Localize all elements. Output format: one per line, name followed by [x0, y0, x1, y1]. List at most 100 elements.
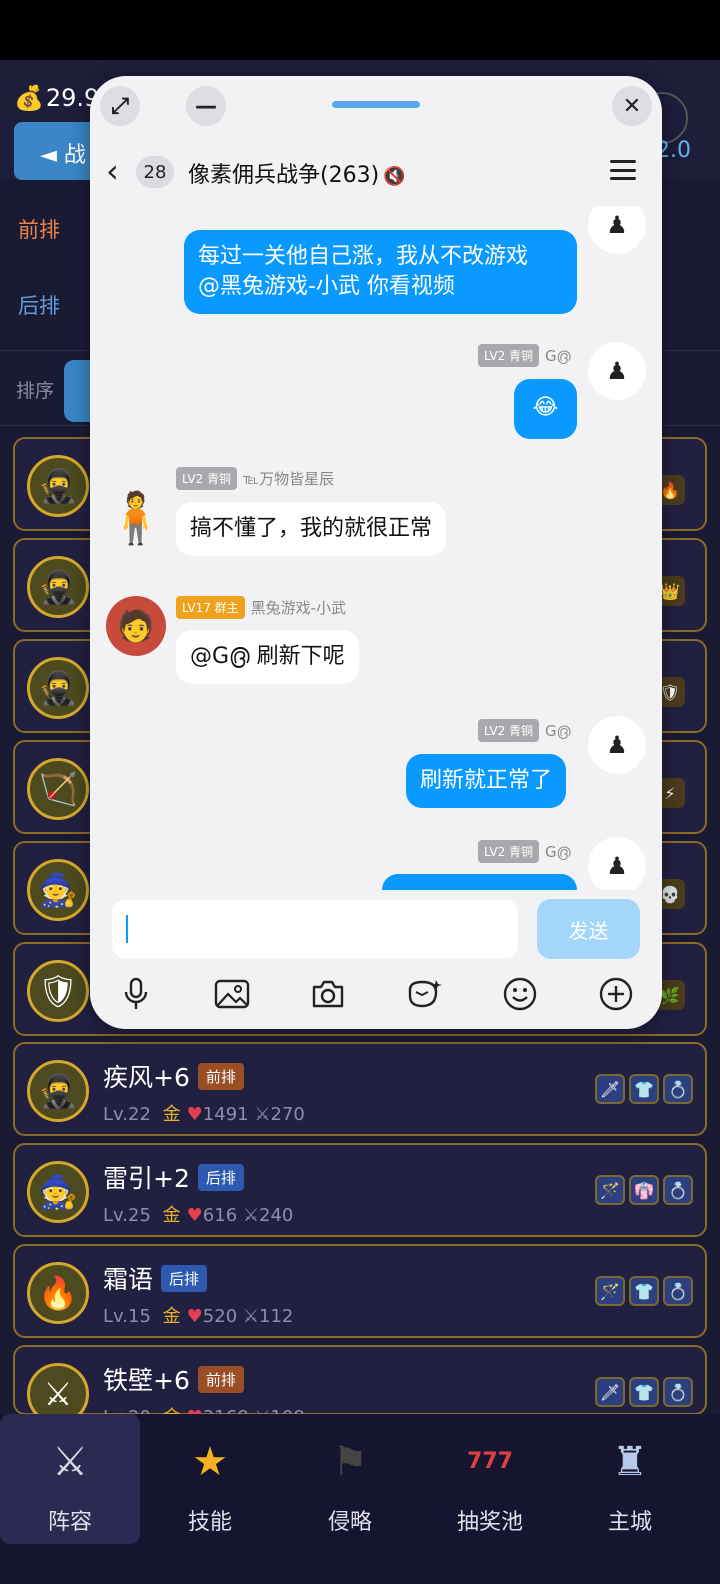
- star-icon: ★: [192, 1439, 228, 1485]
- back-row-label: 后排: [18, 294, 60, 318]
- user-avatar[interactable]: 🧍: [106, 468, 166, 568]
- hero-stats: Lv.25 金 ♥616 ⚔240: [103, 1205, 294, 1226]
- armor-icon[interactable]: 👕: [629, 1377, 659, 1407]
- equipment-slots: 🪄 👕 💍: [595, 1276, 693, 1306]
- equipment-slots: 🗡 👕 💍: [595, 1074, 693, 1104]
- message-input[interactable]: [112, 900, 518, 958]
- hero-avatar: 🔥: [27, 1262, 89, 1324]
- armor-icon[interactable]: 👕: [629, 1074, 659, 1104]
- heart-icon: ♥: [186, 1104, 203, 1125]
- nav-lottery[interactable]: 777 抽奖池: [420, 1414, 560, 1544]
- position-badge: 前排: [197, 1063, 244, 1090]
- ring-icon[interactable]: 💍: [663, 1074, 693, 1104]
- robe-icon[interactable]: 👘: [629, 1175, 659, 1205]
- sticker-icon[interactable]: [402, 972, 446, 1016]
- hero-avatar: 🛡: [27, 960, 89, 1022]
- hero-avatar: 🥷: [27, 455, 89, 517]
- user-avatar[interactable]: ♟: [588, 716, 646, 774]
- sword-icon: ⚔: [242, 1306, 260, 1327]
- minimize-icon[interactable]: —: [186, 86, 226, 126]
- hero-avatar: 🥷: [27, 556, 89, 618]
- user-avatar[interactable]: 🧑: [106, 596, 166, 656]
- armor-icon[interactable]: 👕: [629, 1276, 659, 1306]
- group-title: 像素佣兵战争(263) 🔇: [188, 163, 406, 188]
- level-badge: LV2 青铜: [478, 719, 540, 742]
- user-avatar[interactable]: ♟: [588, 342, 646, 400]
- hero-stats: Lv.22 金 ♥1491 ⚔270: [103, 1104, 305, 1125]
- hero-name: 铁壁+6 前排: [103, 1361, 244, 1397]
- crossed-swords-icon: ⚔: [52, 1439, 88, 1485]
- message-bubble[interactable]: 搞不懂了，我的就很正常: [176, 502, 447, 556]
- hero-name: 霜语 后排: [103, 1260, 208, 1296]
- coin-balance: 💰 29.9: [14, 84, 99, 112]
- ring-icon[interactable]: 💍: [663, 1377, 693, 1407]
- tool-row: [90, 972, 662, 1016]
- wand-icon[interactable]: 🪄: [595, 1276, 625, 1306]
- input-area: 发送: [90, 890, 662, 1029]
- bottom-nav: ⚔ 阵容 ★ 技能 ⚑ 侵略 777 抽奖池 ♜ 主城: [0, 1414, 720, 1584]
- flag-icon: ⚑: [332, 1439, 368, 1485]
- ring-icon[interactable]: 💍: [663, 1276, 693, 1306]
- ring-icon[interactable]: 💍: [663, 1175, 693, 1205]
- user-avatar[interactable]: ♟: [588, 206, 646, 254]
- position-badge: 前排: [197, 1366, 244, 1393]
- hero-card-tiebi[interactable]: ⚔ 铁壁+6前排 Lv.20 金♥3168 ⚔108 🗡👕💍: [13, 1345, 707, 1428]
- message-meta: LV2 青铜 G൫: [478, 840, 571, 863]
- dagger-icon[interactable]: 🗡: [595, 1074, 625, 1104]
- hero-avatar: 🧙: [27, 859, 89, 921]
- money-bag-icon: 💰: [14, 84, 44, 112]
- level-badge: LV2 青铜: [478, 344, 540, 367]
- message-bubble[interactable]: 刷新就正常了: [406, 754, 567, 808]
- sword-icon: ⚔: [254, 1104, 271, 1125]
- emoji-icon[interactable]: [498, 972, 542, 1016]
- send-button[interactable]: 发送: [537, 899, 640, 959]
- hero-card-jifeng[interactable]: 🥷 疾风+6 前排 Lv.22 金 ♥1491 ⚔270 🗡 👕 💍: [13, 1042, 707, 1136]
- nav-invade[interactable]: ⚑ 侵略: [280, 1414, 420, 1544]
- position-badge: 后排: [161, 1265, 208, 1292]
- chat-window: ⤢ — ✕ ‹ 28 像素佣兵战争(263) 🔇 ♟ 每过一关他自己涨，我从不改游…: [90, 76, 662, 1029]
- hero-name: 雷引+2 后排: [103, 1159, 244, 1195]
- hero-stats: Lv.15 金 ♥520 ⚔112: [103, 1306, 294, 1327]
- level-badge: LV2 青铜: [176, 467, 238, 490]
- text-caret: [126, 915, 128, 943]
- hero-avatar: 🥷: [27, 1060, 89, 1122]
- message-list: ♟ 每过一关他自己涨，我从不改游戏 @黑兔游戏-小武 你看视频 LV2 青铜 G൫…: [90, 206, 662, 896]
- message-bubble[interactable]: 每过一关他自己涨，我从不改游戏 @黑兔游戏-小武 你看视频: [184, 230, 577, 314]
- status-bar: [0, 0, 720, 60]
- nav-skills[interactable]: ★ 技能: [140, 1414, 280, 1544]
- drag-handle[interactable]: [332, 101, 420, 108]
- hero-card-leiyin[interactable]: 🧙 雷引+2 后排 Lv.25 金 ♥616 ⚔240 🪄 👘 💍: [13, 1143, 707, 1237]
- message-bubble[interactable]: @G൫ 刷新下呢: [176, 630, 359, 684]
- heart-icon: ♥: [186, 1205, 203, 1226]
- chat-header: ‹ 28 像素佣兵战争(263) 🔇: [90, 146, 662, 206]
- nav-lineup[interactable]: ⚔ 阵容: [0, 1414, 140, 1544]
- wand-icon[interactable]: 🪄: [595, 1175, 625, 1205]
- castle-icon: ♜: [612, 1439, 648, 1485]
- message-bubble[interactable]: 😂: [514, 379, 577, 439]
- plus-icon[interactable]: [594, 972, 638, 1016]
- sort-label: 排序: [16, 380, 55, 402]
- equipment-slots: 🪄 👘 💍: [595, 1175, 693, 1205]
- image-icon[interactable]: [210, 972, 254, 1016]
- message-meta: LV17 群主 黑兔游戏-小武: [176, 596, 346, 619]
- equipment-slots: 🗡 👕 💍: [595, 1377, 693, 1407]
- slot-machine-icon: 777: [467, 1449, 513, 1474]
- expand-icon[interactable]: ⤢: [100, 86, 140, 126]
- hero-avatar: 🏹: [27, 758, 89, 820]
- unread-count: 28: [136, 156, 174, 188]
- sword-icon: ⚔: [242, 1205, 260, 1226]
- camera-icon[interactable]: [306, 972, 350, 1016]
- back-arrow-icon[interactable]: ‹: [106, 152, 119, 190]
- menu-icon[interactable]: [610, 160, 636, 180]
- user-avatar[interactable]: ♟: [588, 837, 646, 895]
- hero-avatar: 🥷: [27, 657, 89, 719]
- microphone-icon[interactable]: [114, 972, 158, 1016]
- level-badge: LV17 群主: [176, 596, 245, 619]
- nav-main-city[interactable]: ♜ 主城: [560, 1414, 700, 1544]
- hero-avatar: 🧙: [27, 1161, 89, 1223]
- message-meta: LV2 青铜 G൫: [478, 719, 571, 742]
- hero-card-shuangyu[interactable]: 🔥 霜语 后排 Lv.15 金 ♥520 ⚔112 🪄 👕 💍: [13, 1244, 707, 1338]
- close-icon[interactable]: ✕: [612, 86, 652, 126]
- front-row-label: 前排: [18, 218, 60, 242]
- dagger-icon[interactable]: 🗡: [595, 1377, 625, 1407]
